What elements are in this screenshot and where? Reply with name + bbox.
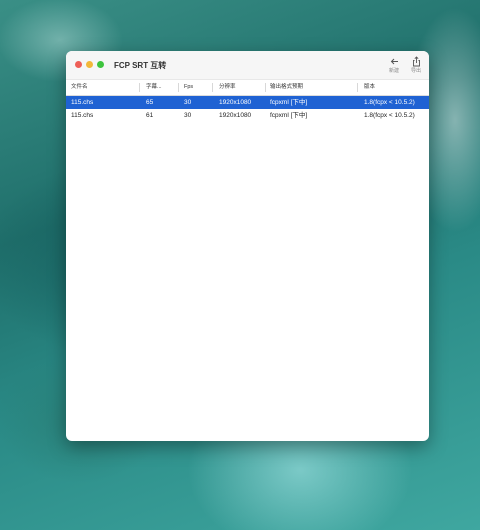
cell-filename: 115.chs [71, 99, 94, 106]
column-header-version[interactable]: 版本 [364, 80, 375, 95]
cell-version[interactable]: 1.8(fcpx < 10.5.2) [364, 96, 415, 109]
column-header-fps[interactable]: Fps [184, 80, 193, 95]
cell-output-format[interactable]: fcpxml [下中] [270, 96, 307, 109]
column-header-subtitles[interactable]: 字幕... [146, 80, 162, 95]
minimize-window-button[interactable] [86, 61, 93, 68]
export-button[interactable]: 导出 [404, 54, 428, 74]
column-header-output-format[interactable]: 输出格式预期 [270, 80, 303, 95]
maximize-window-button[interactable] [97, 61, 104, 68]
cell-version[interactable]: 1.8(fcpx < 10.5.2) [364, 109, 415, 122]
app-window: FCP SRT 互转 新建 导出 文件名 字幕... Fps 分辨率 输出格式预… [66, 51, 429, 441]
cell-resolution: 1920x1080 [219, 112, 252, 119]
import-label: 新建 [388, 68, 399, 74]
import-button[interactable]: 新建 [382, 54, 406, 74]
export-label: 导出 [410, 68, 421, 74]
table-row[interactable]: 115.chs 65 30 1920x1080 fcpxml [下中] 1.8(… [66, 96, 429, 109]
cell-subtitle-count: 65 [146, 99, 154, 106]
window-title: FCP SRT 互转 [114, 61, 167, 70]
column-header-resolution[interactable]: 分辨率 [219, 80, 236, 95]
table-row[interactable]: 115.chs 61 30 1920x1080 fcpxml [下中] 1.8(… [66, 109, 429, 122]
cell-resolution: 1920x1080 [219, 99, 252, 106]
share-icon [404, 54, 428, 67]
column-divider[interactable] [212, 83, 213, 92]
column-divider[interactable] [139, 83, 140, 92]
cell-subtitle-count: 61 [146, 112, 154, 119]
column-divider[interactable] [178, 83, 179, 92]
table-body: 115.chs 65 30 1920x1080 fcpxml [下中] 1.8(… [66, 96, 429, 122]
cell-filename: 115.chs [71, 112, 94, 119]
close-window-button[interactable] [75, 61, 82, 68]
table-header: 文件名 字幕... Fps 分辨率 输出格式预期 版本 [66, 79, 429, 96]
title-bar: FCP SRT 互转 新建 导出 [66, 51, 429, 79]
cell-fps: 30 [184, 99, 192, 106]
cell-fps: 30 [184, 112, 192, 119]
arrow-left-icon [382, 54, 406, 65]
column-header-filename[interactable]: 文件名 [71, 80, 88, 95]
column-divider[interactable] [357, 83, 358, 92]
column-divider[interactable] [265, 83, 266, 92]
cell-output-format[interactable]: fcpxml [下中] [270, 109, 307, 122]
